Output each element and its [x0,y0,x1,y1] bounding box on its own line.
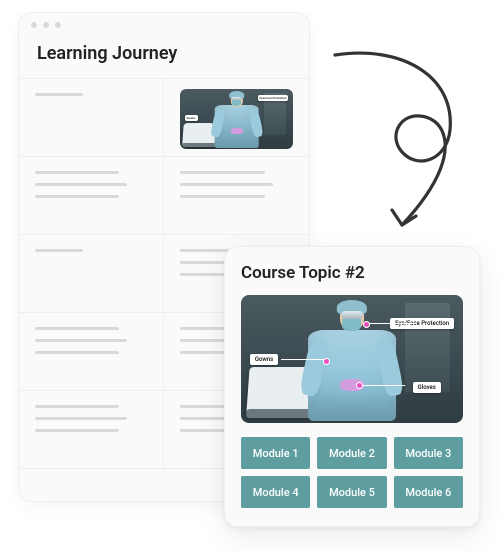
window-dot-icon [43,22,49,28]
callout-gloves-label: Gloves [413,382,441,393]
journey-cell[interactable] [19,313,164,391]
course-topic-title: Course Topic #2 [241,263,463,283]
module-4-button[interactable]: Module 4 [241,476,310,508]
module-grid: Module 1 Module 2 Module 3 Module 4 Modu… [241,437,463,508]
placeholder-line [35,429,119,432]
journey-cell[interactable] [19,79,164,157]
placeholder-line [35,417,127,420]
callout-pin-icon [363,321,370,328]
course-hero-image[interactable]: Gowns Eye/Face Protection Gloves [241,295,463,423]
placeholder-line [35,183,127,186]
journey-cell[interactable] [19,235,164,313]
journey-cell[interactable] [19,391,164,469]
placeholder-line [35,405,119,408]
module-2-button[interactable]: Module 2 [317,437,386,469]
learning-journey-title: Learning Journey [19,37,309,78]
callout-eye-label: Eye/Face Protection [258,95,289,101]
placeholder-line [35,351,119,354]
callout-line [361,385,405,386]
ppe-illustration: Gowns Eye/Face Protection [180,89,293,149]
person-icon [209,91,263,149]
callout-gowns-label: Gowns [250,354,278,365]
placeholder-line [35,249,83,252]
placeholder-line [35,327,119,330]
course-topic-card: Course Topic #2 Gowns Eye/Face Protectio… [224,246,480,527]
placeholder-line [35,93,83,96]
window-titlebar [19,13,309,37]
flow-arrow-icon [320,40,480,240]
module-3-button[interactable]: Module 3 [394,437,463,469]
callout-pin-icon [323,358,330,365]
course-thumbnail[interactable]: Gowns Eye/Face Protection [180,89,293,149]
module-1-button[interactable]: Module 1 [241,437,310,469]
ppe-illustration: Gowns Eye/Face Protection Gloves [241,295,463,423]
placeholder-line [35,339,127,342]
module-5-button[interactable]: Module 5 [317,476,386,508]
journey-cell[interactable] [164,157,309,235]
placeholder-line [180,183,273,186]
placeholder-line [35,195,119,198]
journey-cell-thumbnail[interactable]: Gowns Eye/Face Protection [164,79,309,157]
callout-gowns-label: Gowns [185,115,198,121]
callout-line [365,323,417,324]
journey-cell[interactable] [19,157,164,235]
window-dot-icon [55,22,61,28]
placeholder-line [180,171,265,174]
callout-line [281,359,329,360]
module-6-button[interactable]: Module 6 [394,476,463,508]
door-icon [405,303,449,393]
placeholder-line [35,171,119,174]
placeholder-line [180,195,265,198]
window-dot-icon [31,22,37,28]
